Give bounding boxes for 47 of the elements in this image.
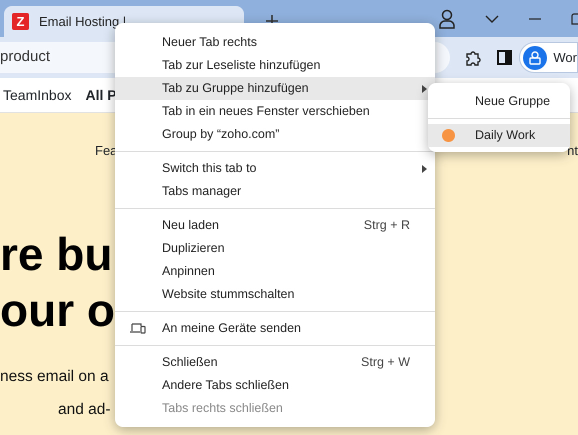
menu-item-label: Tabs rechts schließen	[162, 400, 283, 418]
devices-icon	[130, 323, 146, 334]
bookmark[interactable]: TeamInbox	[3, 84, 72, 106]
menu-item-label: Tabs manager	[162, 183, 242, 200]
menu-item[interactable]: An meine Geräte senden	[115, 317, 435, 340]
menu-item-label: Tab in ein neues Fenster verschieben	[162, 103, 370, 120]
shortcut-label: Strg + R	[364, 217, 410, 234]
menu-item[interactable]: Anpinnen	[115, 260, 435, 283]
shortcut-label: Strg + W	[361, 354, 410, 372]
menu-item[interactable]: Website stummschalten	[115, 283, 435, 306]
menu-item[interactable]: Tab zu Gruppe hinzufügen	[115, 77, 435, 100]
chevron-down-icon[interactable]	[485, 14, 499, 22]
body-text: ness email on a	[0, 366, 109, 386]
menu-item-label: Schließen	[162, 354, 218, 372]
menu-item-label: Neue Gruppe	[475, 93, 550, 110]
menu-item[interactable]: Tabs manager	[115, 180, 435, 203]
body-text: and ad-	[58, 400, 111, 420]
profile-icon[interactable]	[439, 8, 455, 28]
menu-item[interactable]: Daily Work	[428, 124, 570, 147]
headline: our o	[0, 286, 115, 332]
menu-item[interactable]: Duplizieren	[115, 237, 435, 260]
menu-item-label: Daily Work	[475, 127, 536, 144]
menu-item[interactable]: Tab zur Leseliste hinzufügen	[115, 54, 435, 77]
menu-item-label: An meine Geräte senden	[162, 320, 301, 338]
menu-item-label: Tab zu Gruppe hinzufügen	[162, 80, 309, 98]
puzzle-icon[interactable]	[464, 48, 482, 66]
menu-item[interactable]: Switch this tab to	[115, 157, 435, 180]
favicon: Z	[12, 13, 29, 30]
headline: re bu	[0, 230, 112, 276]
nav-link[interactable]: nt	[567, 141, 578, 160]
avatar-icon	[523, 46, 548, 70]
menu-item-label: Website stummschalten	[162, 286, 294, 304]
minimize-icon[interactable]	[529, 18, 541, 20]
menu-item-label: Duplizieren	[162, 240, 225, 258]
menu-item[interactable]: Andere Tabs schließen	[115, 374, 435, 397]
menu-item-label: Anpinnen	[162, 263, 215, 280]
maximize-icon[interactable]	[571, 12, 578, 24]
menu-item-label: Tab zur Leseliste hinzufügen	[162, 57, 320, 74]
menu-item-label: Andere Tabs schließen	[162, 377, 289, 394]
menu-item-label: Neu laden	[162, 217, 219, 234]
profile-button[interactable]: Wor	[519, 42, 578, 73]
menu-item[interactable]: Schließen Strg + W	[115, 351, 435, 374]
menu-item-label: Switch this tab to	[162, 160, 256, 178]
menu-item-label: Neuer Tab rechts	[162, 34, 257, 52]
menu-item-label: Group by “zoho.com”	[162, 126, 280, 144]
menu-item[interactable]: Neu laden Strg + R	[115, 214, 435, 237]
sidebar-icon[interactable]	[497, 50, 512, 65]
